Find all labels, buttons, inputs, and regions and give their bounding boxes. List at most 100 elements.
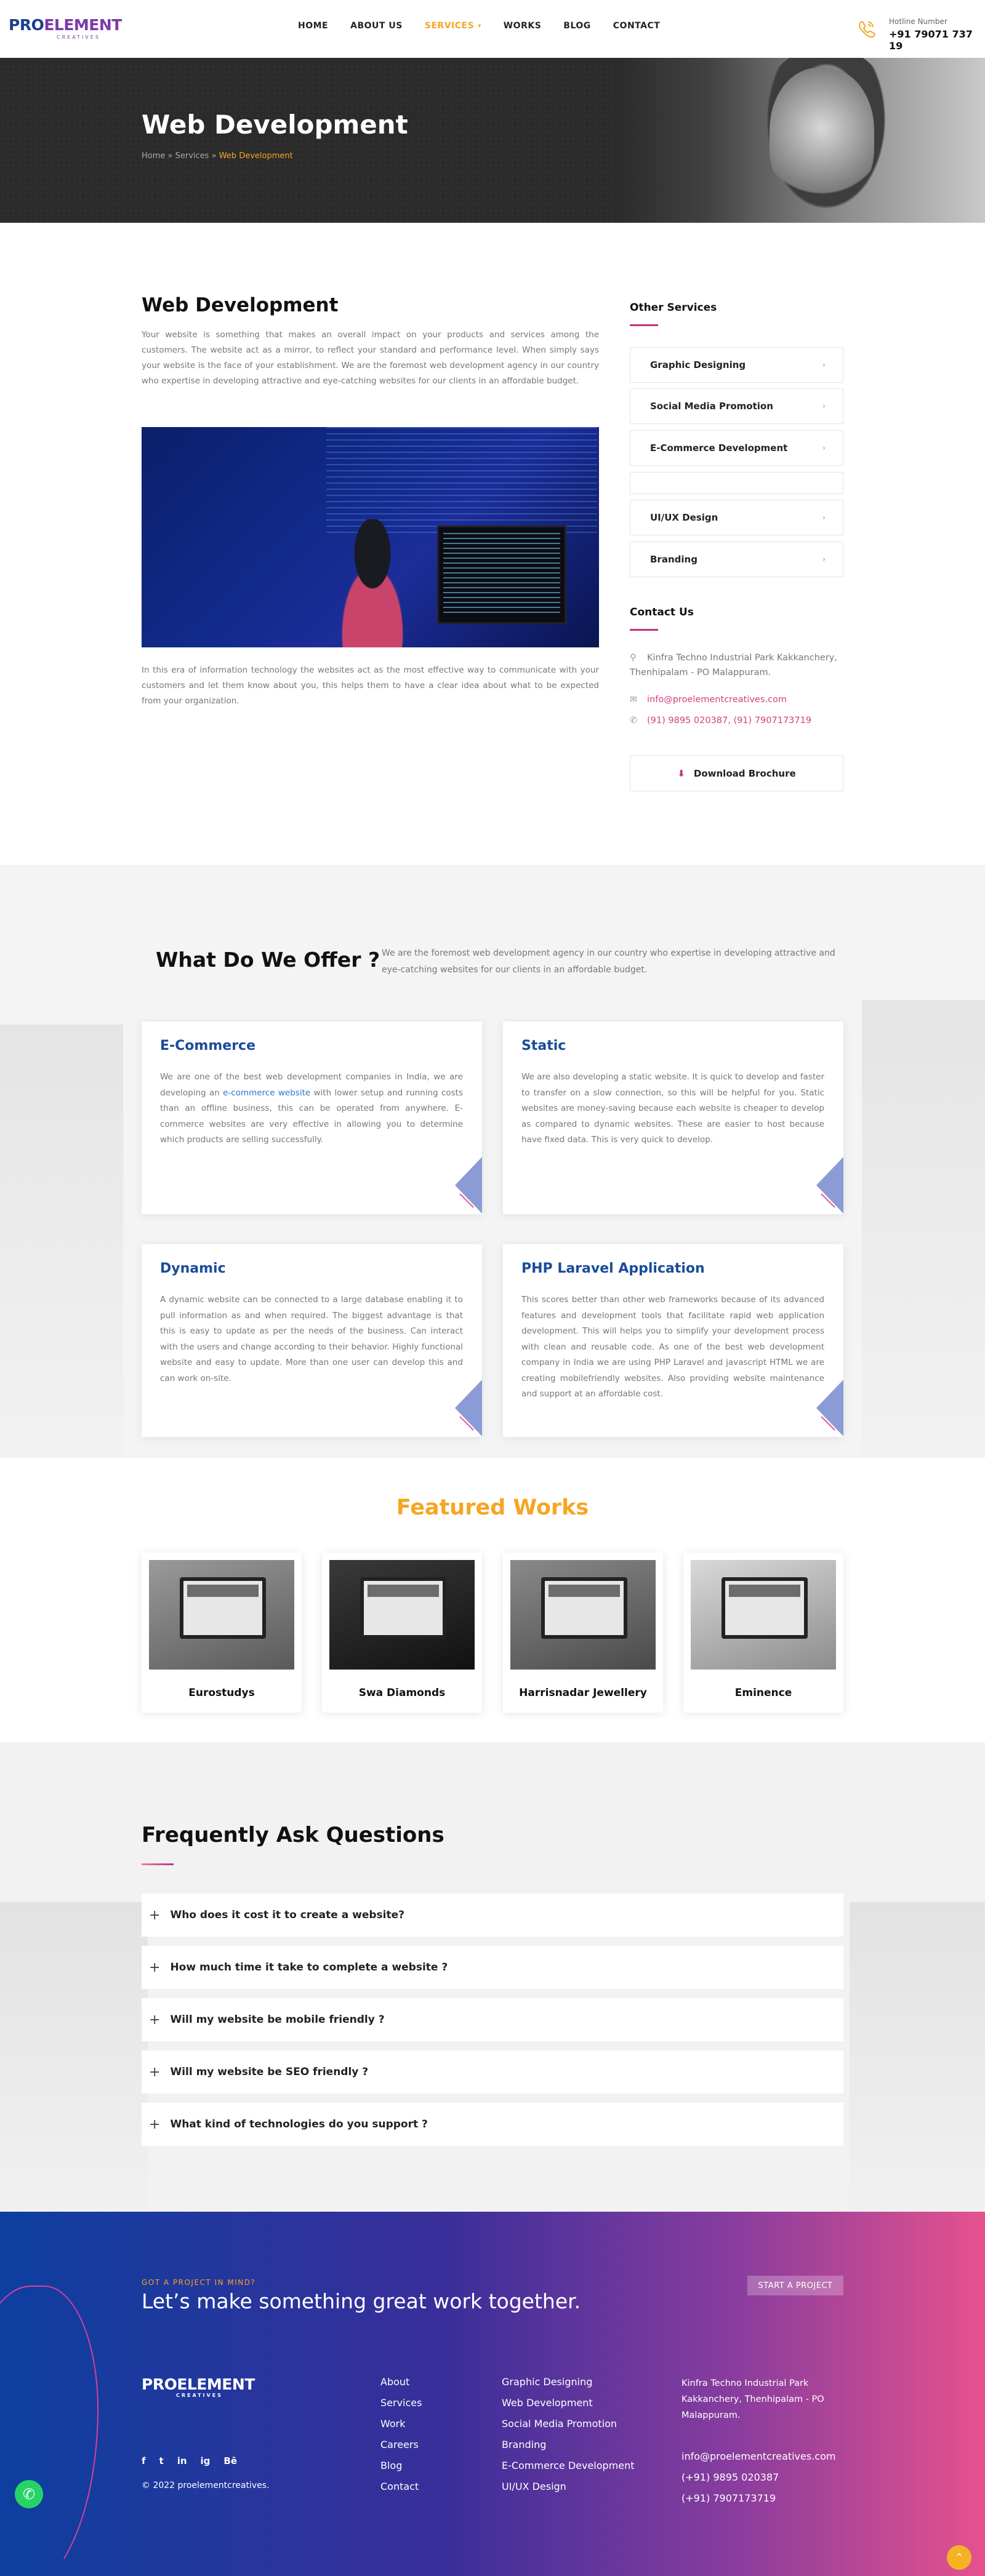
card-corner-decoration xyxy=(816,1157,843,1214)
footer-link[interactable]: E-Commerce Development xyxy=(502,2455,635,2476)
faq-question: Will my website be SEO friendly ? xyxy=(170,2066,369,2078)
work-card[interactable]: Eminence xyxy=(683,1553,843,1713)
breadcrumb: Home » Services » Web Development xyxy=(142,151,293,161)
footer-link[interactable]: UI/UX Design xyxy=(502,2476,635,2497)
faq-item[interactable]: + Will my website be mobile friendly ? xyxy=(142,1998,843,2041)
logo[interactable]: PROELEMENT CREATIVES xyxy=(9,16,126,41)
hotline[interactable]: Hotline Number +91 79071 737 19 xyxy=(856,16,979,52)
facebook-icon[interactable]: f xyxy=(142,2455,146,2466)
service-link[interactable]: UI/UX Design › xyxy=(630,500,843,535)
footer-logo[interactable]: PROELEMENT CREATIVES xyxy=(142,2375,255,2398)
contact-phone[interactable]: ✆ (91) 9895 020387, (91) 7907173719 xyxy=(630,713,811,728)
intro-paragraph: Your website is something that makes an … xyxy=(142,330,599,386)
offer-card-title: Dynamic xyxy=(160,1261,226,1276)
twitter-icon[interactable]: t xyxy=(159,2455,164,2466)
service-link[interactable]: Graphic Designing › xyxy=(630,347,843,383)
work-thumbnail xyxy=(691,1560,836,1670)
footer-phone[interactable]: (+91) 9895 020387 xyxy=(681,2471,779,2483)
footer-link[interactable]: Work xyxy=(380,2414,422,2434)
faq-item[interactable]: + What kind of technologies do you suppor… xyxy=(142,2103,843,2146)
chevron-down-icon: ▾ xyxy=(478,22,481,30)
offer-card: E-Commerce We are one of the best web de… xyxy=(142,1022,482,1214)
plus-icon: + xyxy=(149,2012,161,2028)
phone-icon: ✆ xyxy=(630,716,638,726)
nav-home[interactable]: HOME xyxy=(298,21,328,31)
scroll-to-top-icon[interactable]: ⌃ xyxy=(947,2545,971,2570)
download-brochure-button[interactable]: ⬇ Download Brochure xyxy=(630,755,843,791)
work-card[interactable]: Harrisnadar Jewellery xyxy=(503,1553,663,1713)
work-thumbnail-screen xyxy=(729,1585,800,1597)
footer-link[interactable]: Careers xyxy=(380,2434,422,2455)
service-link-label: E-Commerce Development xyxy=(650,442,788,454)
service-link-label: Graphic Designing xyxy=(650,359,746,370)
linkedin-icon[interactable]: in xyxy=(177,2455,187,2466)
service-link[interactable]: Branding › xyxy=(630,542,843,577)
nav-works[interactable]: WORKS xyxy=(504,21,542,31)
breadcrumb-home[interactable]: Home xyxy=(142,151,165,161)
contact-email[interactable]: ✉ info@proelementcreatives.com xyxy=(630,692,787,707)
social-links: f t in ig Bē xyxy=(142,2455,237,2466)
nav-services[interactable]: SERVICES ▾ xyxy=(425,21,481,31)
work-card[interactable]: Swa Diamonds xyxy=(322,1553,482,1713)
offer-card-text: We are also developing a static website.… xyxy=(521,1072,824,1145)
faq-item[interactable]: + How much time it take to complete a web… xyxy=(142,1946,843,1989)
plus-icon: + xyxy=(149,2116,161,2132)
body-paragraph: In this era of information technology th… xyxy=(142,665,599,706)
service-link[interactable]: E-Commerce Development › xyxy=(630,430,843,466)
ecommerce-link[interactable]: e-commerce website xyxy=(223,1088,310,1098)
footer-link[interactable]: Contact xyxy=(380,2476,422,2497)
page-title: Web Development xyxy=(142,110,408,140)
work-thumbnail-screen xyxy=(187,1585,259,1597)
breadcrumb-current: Web Development xyxy=(219,151,293,161)
footer-phone[interactable]: (+91) 7907173719 xyxy=(681,2492,776,2504)
footer-link[interactable]: About xyxy=(380,2372,422,2393)
footer-link[interactable]: Graphic Designing xyxy=(502,2372,635,2393)
hero-image-code xyxy=(443,533,560,613)
main-nav: HOME ABOUT US SERVICES ▾ WORKS BLOG CONTA… xyxy=(298,21,682,31)
offer-card-text: A dynamic website can be connected to a … xyxy=(160,1295,463,1383)
download-brochure-label: Download Brochure xyxy=(693,767,796,779)
footer-link[interactable]: Blog xyxy=(380,2455,422,2476)
instagram-icon[interactable]: ig xyxy=(201,2455,211,2466)
title-underline xyxy=(142,1863,174,1865)
hero-image xyxy=(142,427,599,647)
nav-contact[interactable]: CONTACT xyxy=(613,21,661,31)
work-thumbnail xyxy=(149,1560,294,1670)
page-banner: Web Development Home » Services » Web De… xyxy=(0,58,985,223)
logo-subtext: CREATIVES xyxy=(57,34,100,40)
faq-item[interactable]: + Who does it cost it to create a website… xyxy=(142,1894,843,1937)
chevron-right-icon: › xyxy=(822,444,826,452)
service-link[interactable]: Social Media Promotion › xyxy=(630,388,843,424)
chevron-right-icon: › xyxy=(822,513,826,522)
plus-icon: + xyxy=(149,1959,161,1975)
behance-icon[interactable]: Bē xyxy=(223,2455,237,2466)
footer-link[interactable]: Services xyxy=(380,2393,422,2414)
work-card[interactable]: Eurostudys xyxy=(142,1553,302,1713)
breadcrumb-services[interactable]: Services xyxy=(175,151,209,161)
footer-link[interactable]: Branding xyxy=(502,2434,635,2455)
background-building xyxy=(850,1902,985,2212)
faq-item[interactable]: + Will my website be SEO friendly ? xyxy=(142,2050,843,2094)
offer-card: Dynamic A dynamic website can be connect… xyxy=(142,1244,482,1437)
nav-blog[interactable]: BLOG xyxy=(563,21,591,31)
contact-phone-text: (91) 9895 020387, (91) 7907173719 xyxy=(647,716,812,726)
hero-image-person xyxy=(320,519,425,647)
footer-link[interactable]: Web Development xyxy=(502,2393,635,2414)
offer-description: We are the foremost web development agen… xyxy=(382,948,835,975)
faq-question: Who does it cost it to create a website? xyxy=(170,1909,404,1921)
footer-logo-sub: CREATIVES xyxy=(176,2393,223,2398)
nav-services-label: SERVICES xyxy=(424,21,475,31)
footer-links-services: Graphic Designing Web Development Social… xyxy=(502,2372,635,2497)
whatsapp-icon[interactable]: ✆ xyxy=(15,2480,43,2508)
banner-photo-face xyxy=(770,68,874,203)
start-project-button[interactable]: START A PROJECT xyxy=(747,2276,843,2295)
nav-about[interactable]: ABOUT US xyxy=(350,21,403,31)
card-corner-decoration xyxy=(455,1157,482,1214)
footer-email[interactable]: info@proelementcreatives.com xyxy=(681,2450,835,2462)
site-footer: GOT A PROJECT IN MIND? Let’s make someth… xyxy=(0,2212,985,2576)
service-link[interactable] xyxy=(630,472,843,494)
copyright: © 2022 proelementcreatives. xyxy=(142,2481,270,2490)
faq-question: Will my website be mobile friendly ? xyxy=(170,2014,385,2026)
footer-link[interactable]: Social Media Promotion xyxy=(502,2414,635,2434)
hotline-number: +91 79071 737 19 xyxy=(889,28,973,52)
